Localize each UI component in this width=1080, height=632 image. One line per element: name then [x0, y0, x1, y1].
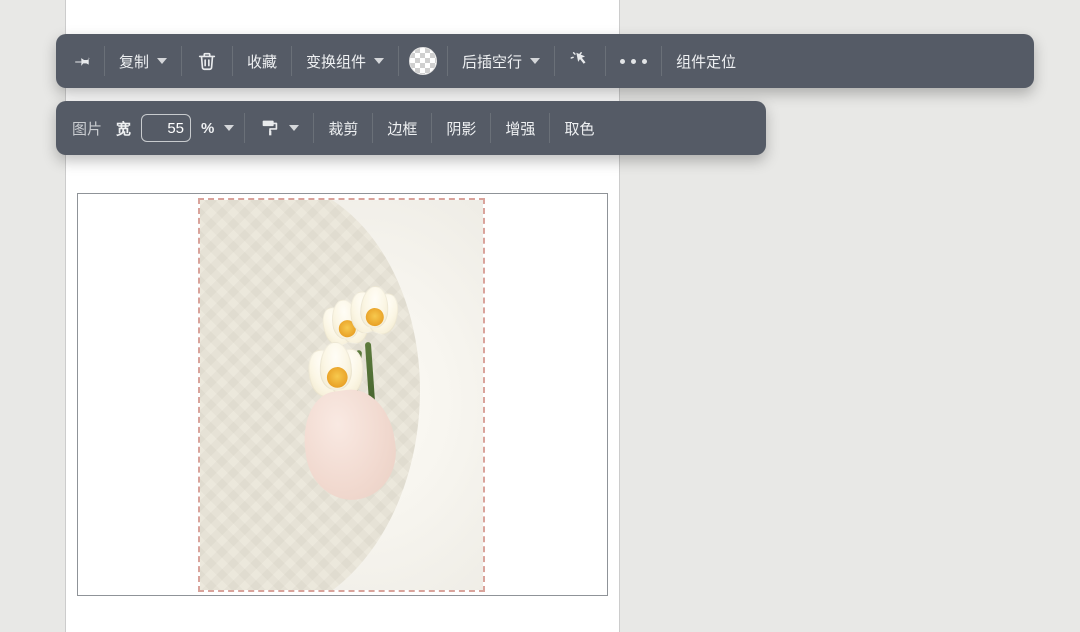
crop-label: 裁剪	[328, 118, 358, 139]
image-content	[200, 200, 483, 590]
pick-color-label: 取色	[564, 118, 594, 139]
chevron-down-icon	[289, 125, 299, 131]
favorite-button[interactable]: 收藏	[233, 34, 291, 88]
paint-roller-icon	[259, 117, 281, 139]
locate-component-button[interactable]: 组件定位	[662, 34, 750, 88]
transform-component-button[interactable]: 变换组件	[292, 34, 398, 88]
pointer-tool-button[interactable]	[555, 34, 605, 88]
more-button[interactable]	[606, 34, 661, 88]
toolbar-image: 图片 宽 % 裁剪 边框 阴影 增强 取色	[56, 101, 766, 155]
transparency-button[interactable]	[399, 34, 447, 88]
format-painter-button[interactable]	[245, 101, 313, 155]
trash-icon	[196, 50, 218, 72]
more-icon	[620, 59, 647, 64]
tulip-flower	[348, 284, 400, 343]
image-selection-box[interactable]	[198, 198, 485, 592]
insert-blank-line-button[interactable]: 后插空行	[448, 34, 554, 88]
locate-label: 组件定位	[676, 51, 736, 72]
transparency-icon	[409, 47, 437, 75]
border-label: 边框	[387, 118, 417, 139]
chevron-down-icon	[224, 125, 234, 131]
enhance-button[interactable]: 增强	[491, 101, 549, 155]
image-component-frame[interactable]	[77, 193, 608, 596]
pin-button[interactable]	[62, 34, 104, 88]
pointer-click-icon	[569, 50, 591, 72]
delete-button[interactable]	[182, 34, 232, 88]
width-unit-label: %	[201, 120, 214, 137]
width-input[interactable]	[141, 114, 191, 142]
width-control[interactable]: 宽 %	[112, 101, 244, 155]
crop-button[interactable]: 裁剪	[314, 101, 372, 155]
border-button[interactable]: 边框	[373, 101, 431, 155]
shadow-label: 阴影	[446, 118, 476, 139]
pin-icon	[72, 50, 94, 72]
shadow-button[interactable]: 阴影	[432, 101, 490, 155]
chevron-down-icon	[530, 58, 540, 64]
chevron-down-icon	[374, 58, 384, 64]
transform-label: 变换组件	[306, 51, 366, 72]
insert-blank-label: 后插空行	[462, 51, 522, 72]
width-label: 宽	[116, 118, 131, 139]
enhance-label: 增强	[505, 118, 535, 139]
copy-label: 复制	[119, 51, 149, 72]
component-type-label: 图片	[62, 101, 112, 155]
pick-color-button[interactable]: 取色	[550, 101, 608, 155]
favorite-label: 收藏	[247, 51, 277, 72]
type-label: 图片	[72, 118, 102, 139]
toolbar-main: 复制 收藏 变换组件 后插空行 组件定位	[56, 34, 1034, 88]
copy-button[interactable]: 复制	[105, 34, 181, 88]
chevron-down-icon	[157, 58, 167, 64]
